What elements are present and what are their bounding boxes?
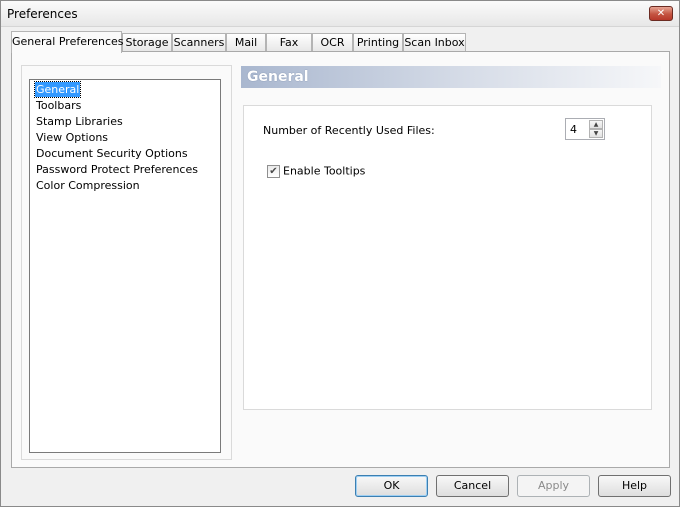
tooltips-label[interactable]: Enable Tooltips <box>283 165 365 178</box>
spin-down-button[interactable]: ▼ <box>589 129 603 138</box>
checkmark-icon: ✔ <box>269 165 278 177</box>
tab-scan-inbox[interactable]: Scan Inbox <box>403 33 466 52</box>
list-item-stamp-libraries[interactable]: Stamp Libraries <box>35 114 124 129</box>
tab-fax[interactable]: Fax <box>266 33 312 52</box>
tooltips-option[interactable]: ✔ Enable Tooltips <box>267 164 365 178</box>
nav-frame: General Toolbars Stamp Libraries View Op… <box>21 65 232 460</box>
settings-group: Number of Recently Used Files: ▲ ▼ ✔ Enab… <box>243 105 652 410</box>
tab-scanners[interactable]: Scanners <box>172 33 226 52</box>
tab-printing[interactable]: Printing <box>353 33 403 52</box>
list-item-view-options[interactable]: View Options <box>35 130 109 145</box>
list-item-toolbars[interactable]: Toolbars <box>35 98 82 113</box>
recent-files-input[interactable] <box>570 122 590 136</box>
tooltips-checkbox[interactable]: ✔ <box>267 164 280 178</box>
tab-storage[interactable]: Storage <box>122 33 172 52</box>
section-header: General <box>241 66 661 88</box>
list-item-password-protect-preferences[interactable]: Password Protect Preferences <box>35 162 199 177</box>
cancel-button[interactable]: Cancel <box>436 475 509 497</box>
preferences-window: Preferences ✕ General Preferences Storag… <box>0 0 680 507</box>
list-item-document-security-options[interactable]: Document Security Options <box>35 146 189 161</box>
arrow-down-icon: ▼ <box>593 130 599 137</box>
arrow-up-icon: ▲ <box>593 121 599 128</box>
close-icon: ✕ <box>656 7 666 19</box>
help-button[interactable]: Help <box>598 475 671 497</box>
tab-panel: General Toolbars Stamp Libraries View Op… <box>11 51 670 468</box>
title-bar: Preferences ✕ <box>1 1 679 27</box>
tab-mail[interactable]: Mail <box>226 33 266 52</box>
recent-files-label: Number of Recently Used Files: <box>263 124 435 137</box>
close-button[interactable]: ✕ <box>649 6 673 21</box>
apply-button[interactable]: Apply <box>517 475 590 497</box>
tab-ocr[interactable]: OCR <box>312 33 353 52</box>
recent-files-spinner[interactable]: ▲ ▼ <box>565 118 605 140</box>
category-list[interactable]: General Toolbars Stamp Libraries View Op… <box>29 79 221 453</box>
tab-general-preferences[interactable]: General Preferences <box>11 31 124 53</box>
window-title: Preferences <box>7 7 78 21</box>
list-item-general[interactable]: General <box>33 81 82 98</box>
list-item-color-compression[interactable]: Color Compression <box>35 178 141 193</box>
spin-up-button[interactable]: ▲ <box>589 120 603 129</box>
ok-button[interactable]: OK <box>355 475 428 497</box>
